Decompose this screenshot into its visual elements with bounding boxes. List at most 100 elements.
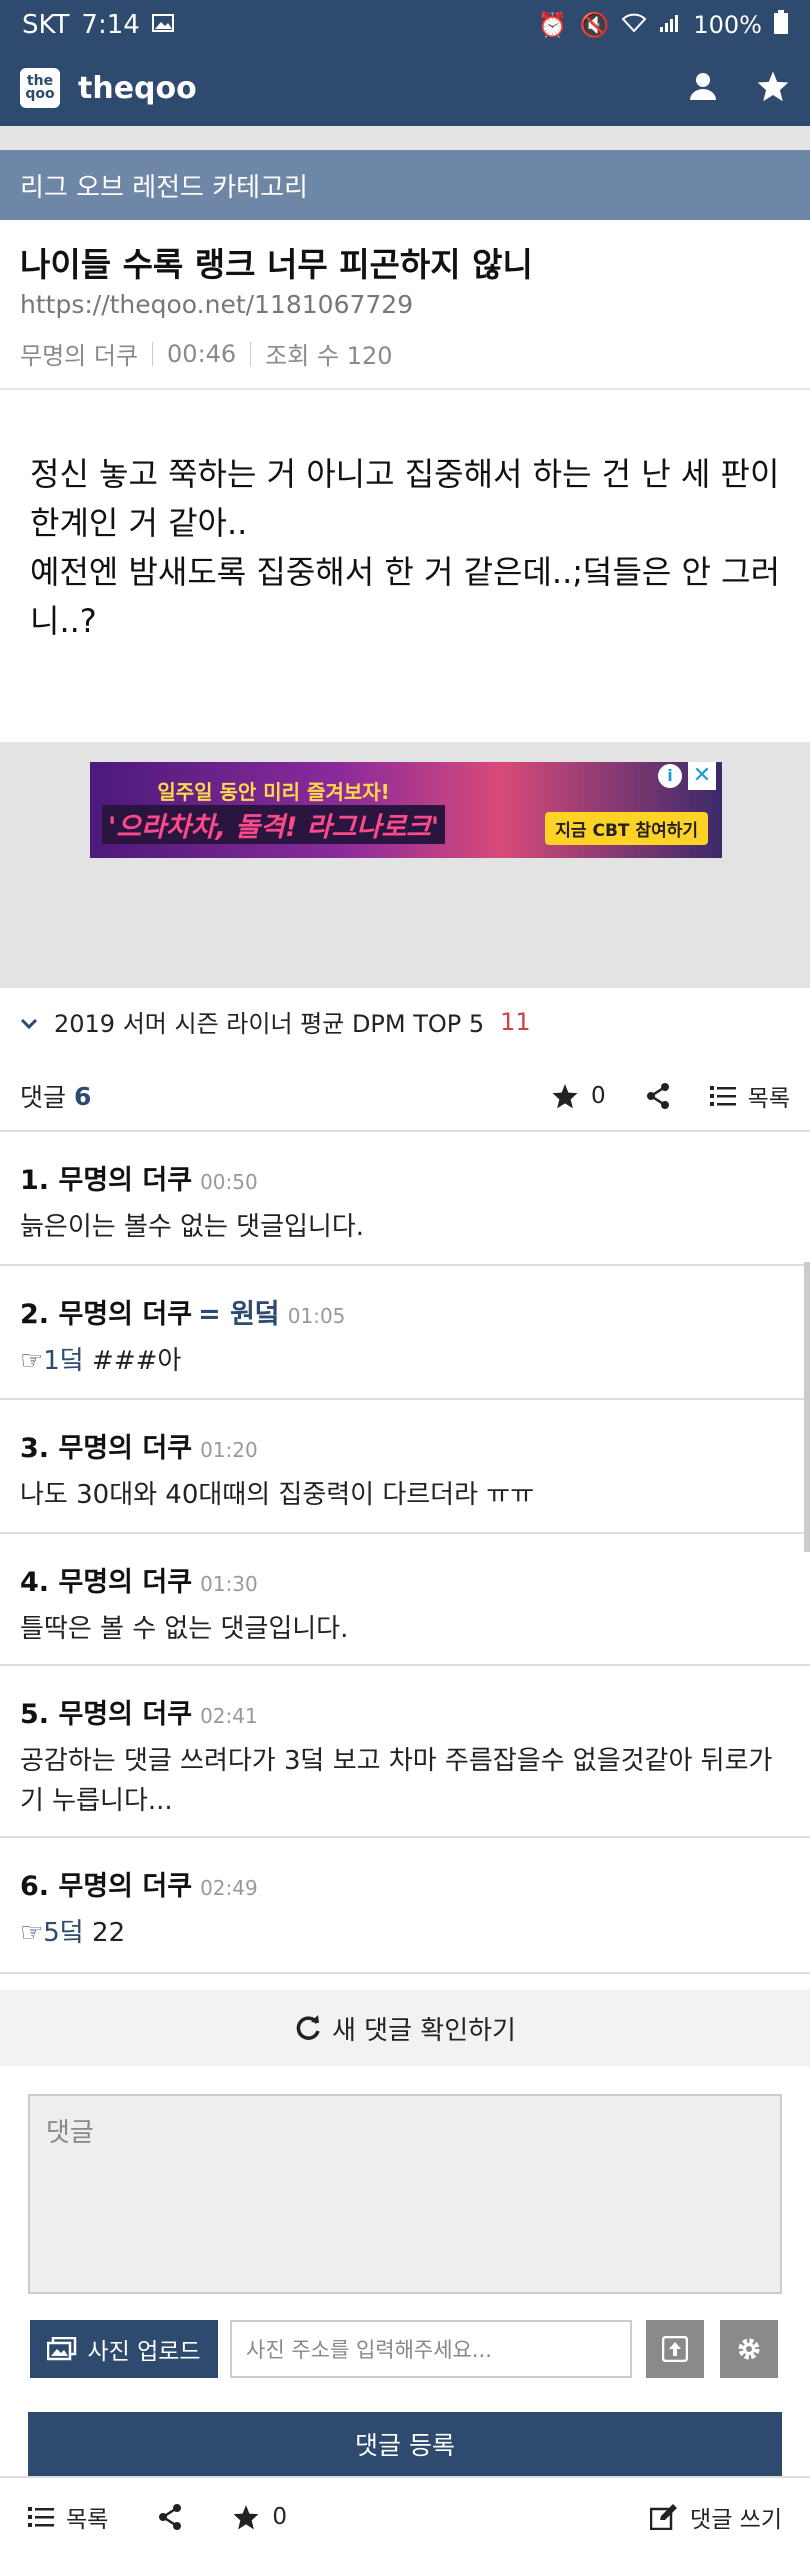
list-icon bbox=[28, 2507, 54, 2527]
post-views: 조회 수 120 bbox=[265, 342, 393, 370]
list-label: 목록 bbox=[66, 2507, 109, 2533]
edit-icon bbox=[650, 2504, 678, 2530]
carrier-label: SKT bbox=[22, 10, 70, 40]
write-comment-button[interactable]: 댓글 쓰기 bbox=[650, 2500, 782, 2534]
comment-number: 3. bbox=[20, 1433, 50, 1464]
comment-reply-reference[interactable]: ☞1덬 bbox=[20, 1346, 84, 1376]
list-icon bbox=[709, 1086, 736, 1106]
mute-icon: 🔇 bbox=[579, 11, 610, 39]
ad-close-icon[interactable]: ✕ bbox=[688, 762, 716, 790]
post-body: 정신 놓고 쭉하는 거 아니고 집중해서 하는 건 난 세 판이 한계인 거 같… bbox=[30, 455, 781, 640]
photo-url-input[interactable]: 사진 주소를 입력해주세요... bbox=[230, 2320, 632, 2378]
list-button[interactable]: 목록 bbox=[709, 1079, 790, 1113]
comment-author[interactable]: 무명의 더쿠 bbox=[58, 1158, 192, 1197]
star-icon[interactable] bbox=[756, 70, 790, 106]
clock: 7:14 bbox=[81, 10, 140, 40]
comment-item: 4. 무명의 더쿠 01:30 틀딱은 볼 수 없는 댓글입니다. bbox=[0, 1534, 810, 1666]
post-meta: 무명의 더쿠 00:46 조회 수 120 bbox=[20, 336, 393, 371]
scrollbar[interactable] bbox=[804, 1262, 810, 1552]
comment-item: 5. 무명의 더쿠 02:41 공감하는 댓글 쓰려다가 3덬 보고 차마 주름잡… bbox=[0, 1666, 810, 1838]
category-label: 리그 오브 레전드 카테고리 bbox=[20, 172, 308, 203]
ad-line-1: 일주일 동안 미리 즐겨보자! bbox=[157, 780, 390, 804]
comment-author[interactable]: 무명의 더쿠 bbox=[58, 1864, 192, 1903]
post-url[interactable]: https://theqoo.net/1181067729 bbox=[20, 290, 413, 319]
upload-url-button[interactable] bbox=[646, 2320, 704, 2378]
related-post-title: 2019 서머 시즌 라이너 평균 DPM TOP 5 bbox=[54, 1010, 485, 1038]
comment-text: 늙은이는 볼수 없는 댓글입니다. bbox=[20, 1212, 365, 1242]
share-icon bbox=[646, 1083, 669, 1109]
photo-upload-button[interactable]: 사진 업로드 bbox=[30, 2320, 218, 2378]
post-title: 나이들 수록 랭크 너무 피곤하지 않니 bbox=[20, 245, 533, 284]
comment-number: 1. bbox=[20, 1165, 50, 1196]
alarm-icon: ⏰ bbox=[537, 11, 568, 39]
comment-text: 나도 30대와 40대때의 집중력이 다르더라 ㅠㅠ bbox=[20, 1480, 535, 1510]
share-button[interactable] bbox=[646, 1083, 670, 1109]
comment-author[interactable]: 무명의 더쿠 bbox=[58, 1292, 192, 1331]
comments-label: 댓글 bbox=[20, 1083, 67, 1112]
comments-header: 댓글 6 0 목록 bbox=[0, 1062, 810, 1132]
favorite-button[interactable]: 0 bbox=[232, 2504, 287, 2530]
signal-icon bbox=[659, 11, 681, 39]
ad-line-2: '으라차차, 돌격! 라그나로크' bbox=[102, 805, 446, 844]
refresh-label: 새 댓글 확인하기 bbox=[332, 2015, 516, 2046]
comment-time: 01:30 bbox=[200, 1572, 258, 1596]
ad-cta-button[interactable]: 지금 CBT 참여하기 bbox=[545, 812, 708, 845]
divider bbox=[0, 388, 810, 390]
comment-text: 틀딱은 볼 수 없는 댓글입니다. bbox=[20, 1614, 349, 1644]
settings-button[interactable] bbox=[720, 2320, 778, 2378]
app-bar: the qoo theqoo bbox=[0, 50, 810, 126]
battery-percent: 100% bbox=[693, 11, 762, 39]
comment-author[interactable]: 무명의 더쿠 bbox=[58, 1692, 192, 1731]
refresh-comments-button[interactable]: 새 댓글 확인하기 bbox=[0, 1990, 810, 2066]
upload-icon bbox=[662, 2336, 688, 2362]
comment-textarea[interactable]: 댓글 bbox=[28, 2094, 782, 2294]
comment-number: 5. bbox=[20, 1699, 50, 1730]
ad-info-icon[interactable]: i bbox=[658, 764, 682, 788]
category-bar[interactable]: 리그 오브 레전드 카테고리 bbox=[0, 150, 810, 220]
favorite-count: 0 bbox=[591, 1083, 606, 1109]
comments-count: 6 bbox=[74, 1081, 92, 1111]
bottom-bar: 목록 0 댓글 쓰기 bbox=[0, 2476, 810, 2556]
photo-upload-label: 사진 업로드 bbox=[87, 2339, 201, 2365]
comment-reply-reference[interactable]: ☞5덬 bbox=[20, 1918, 84, 1948]
chevron-down-icon bbox=[20, 1008, 38, 1036]
comment-author-badge: = 원덬 bbox=[198, 1299, 280, 1330]
separator bbox=[0, 126, 810, 150]
wifi-icon bbox=[621, 11, 647, 39]
comment-textarea-placeholder: 댓글 bbox=[46, 2118, 94, 2148]
user-icon[interactable] bbox=[688, 71, 718, 105]
status-bar: SKT 7:14 ⏰ 🔇 100% bbox=[0, 0, 810, 50]
list-button[interactable]: 목록 bbox=[28, 2500, 108, 2534]
comment-submit-button[interactable]: 댓글 등록 bbox=[28, 2412, 782, 2476]
comment-number: 6. bbox=[20, 1871, 50, 1902]
favorite-count: 0 bbox=[272, 2504, 287, 2530]
comment-number: 2. bbox=[20, 1299, 50, 1330]
related-post-count: 11 bbox=[500, 1007, 531, 1036]
refresh-icon bbox=[296, 2015, 320, 2040]
comment-item: 1. 무명의 더쿠 00:50 늙은이는 볼수 없는 댓글입니다. bbox=[0, 1132, 810, 1266]
battery-icon bbox=[774, 10, 788, 40]
favorite-button[interactable]: 0 bbox=[551, 1083, 606, 1109]
post-time: 00:46 bbox=[167, 339, 237, 368]
star-icon bbox=[552, 1084, 578, 1109]
comment-text: ###아 bbox=[83, 1346, 182, 1376]
comment-text: 공감하는 댓글 쓰려다가 3덬 보고 차마 주름잡을수 없을것같아 뒤로가기 누… bbox=[20, 1746, 773, 1816]
list-label: 목록 bbox=[747, 1086, 790, 1112]
ad-banner[interactable]: 일주일 동안 미리 즐겨보자! '으라차차, 돌격! 라그나로크' 지금 CBT… bbox=[90, 762, 722, 858]
share-icon bbox=[159, 2504, 182, 2530]
gallery-icon bbox=[151, 10, 174, 40]
images-icon bbox=[47, 2337, 77, 2361]
post-author: 무명의 더쿠 bbox=[20, 342, 139, 370]
comment-time: 00:50 bbox=[200, 1170, 258, 1194]
comment-time: 01:20 bbox=[200, 1438, 258, 1462]
share-button[interactable] bbox=[158, 2504, 182, 2530]
theqoo-logo[interactable]: the qoo bbox=[20, 68, 60, 108]
comment-author[interactable]: 무명의 더쿠 bbox=[58, 1560, 192, 1599]
comment-time: 02:41 bbox=[200, 1704, 258, 1728]
gear-icon bbox=[738, 2338, 760, 2360]
comment-author[interactable]: 무명의 더쿠 bbox=[58, 1426, 192, 1465]
related-post[interactable]: 2019 서머 시즌 라이너 평균 DPM TOP 5 11 bbox=[20, 1004, 531, 1039]
comment-item: 3. 무명의 더쿠 01:20 나도 30대와 40대때의 집중력이 다르더라 ㅠ… bbox=[0, 1400, 810, 1534]
comment-text: 22 bbox=[83, 1918, 126, 1948]
brand-name[interactable]: theqoo bbox=[78, 71, 197, 106]
